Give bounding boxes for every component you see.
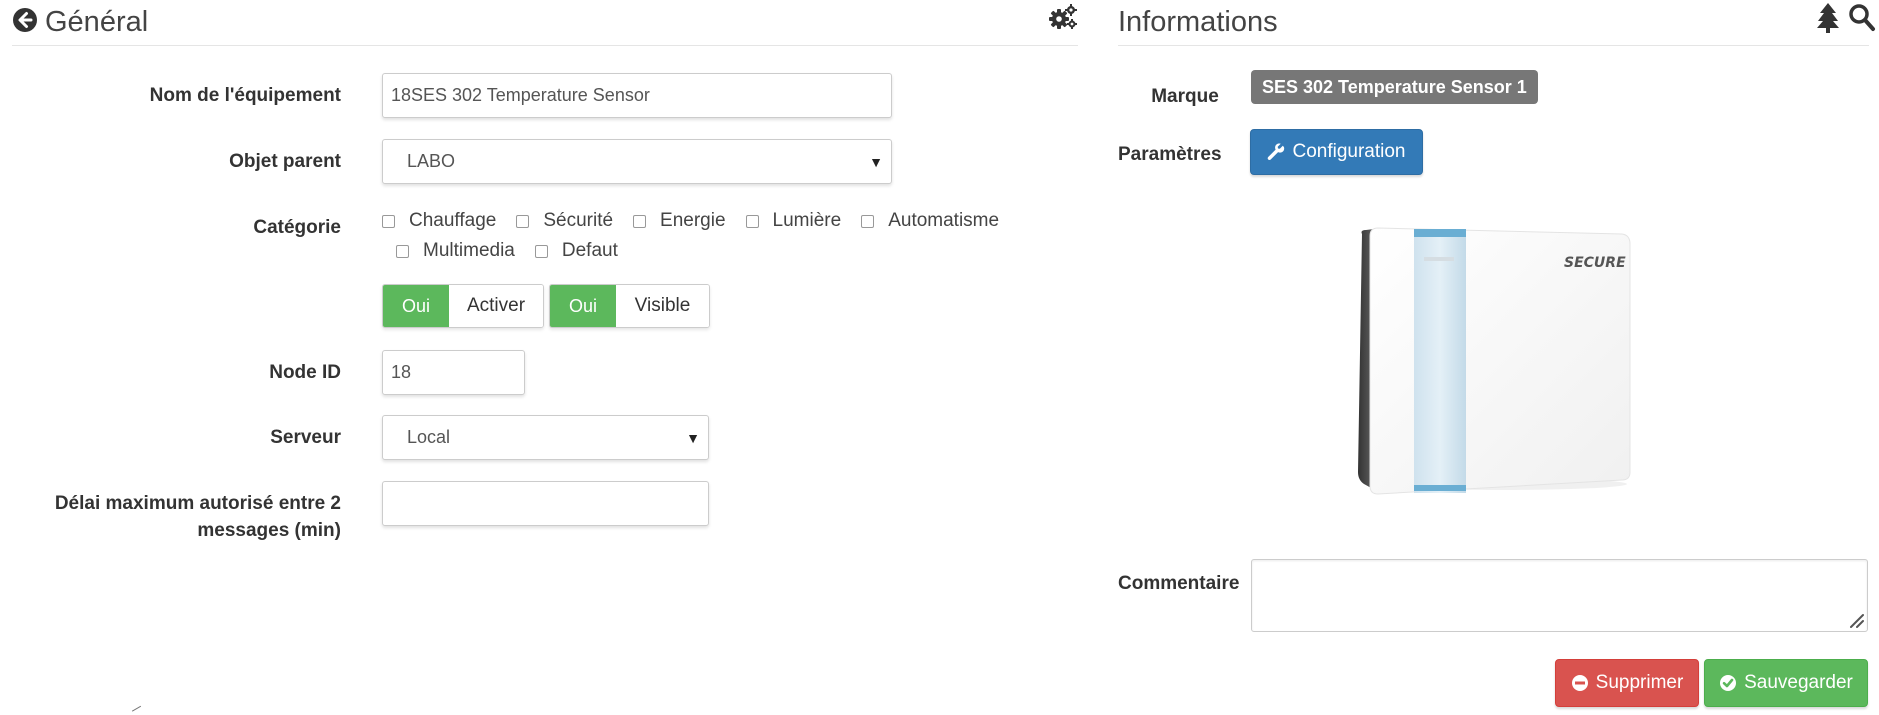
node-id-value: 18 (391, 362, 412, 382)
category-securite-label: Sécurité (543, 210, 614, 231)
category-lumiere[interactable]: Lumière (745, 210, 842, 232)
general-panel: Général Nom de l'équipement 18SES 302 Te (0, 0, 1090, 715)
name-input-value: 18SES 302 Temperature Sensor (391, 85, 650, 105)
delay-label-line2: messages (min) (197, 520, 341, 541)
comment-label: Commentaire (1118, 573, 1240, 594)
name-input[interactable]: 18SES 302 Temperature Sensor (382, 73, 892, 118)
visible-toggle-label[interactable]: Visible (616, 285, 709, 327)
checkbox[interactable] (745, 214, 759, 228)
configuration-button[interactable]: Configuration (1250, 129, 1423, 175)
device-image: SECURE (1358, 227, 1631, 495)
parent-label: Objet parent (229, 151, 341, 172)
parent-select-value: LABO (407, 151, 456, 171)
category-defaut-label: Defaut (561, 240, 618, 261)
checkbox[interactable] (382, 214, 395, 228)
category-checkboxes: Chauffage Sécurité Energie Lumière Autom… (382, 206, 1019, 266)
category-automatisme-label: Automatisme (888, 210, 1000, 231)
delete-button[interactable]: Supprimer (1555, 659, 1699, 707)
category-automatisme[interactable]: Automatisme (861, 210, 999, 232)
brand-badge: SES 302 Temperature Sensor 1 (1251, 70, 1538, 104)
save-button-label: Sauvegarder (1744, 672, 1853, 693)
parent-select[interactable]: LABO ▼ (382, 139, 892, 184)
cutoff-glyph (131, 705, 143, 714)
server-select[interactable]: Local ▼ (382, 415, 709, 460)
caret-down-icon: ▼ (686, 429, 700, 446)
checkbox[interactable] (633, 214, 647, 228)
visible-toggle[interactable]: Oui Visible (549, 284, 710, 328)
checkbox[interactable] (534, 244, 548, 258)
delete-button-label: Supprimer (1595, 672, 1684, 693)
checkbox[interactable] (396, 244, 409, 258)
category-chauffage[interactable]: Chauffage (382, 210, 496, 232)
server-select-value: Local (407, 427, 451, 447)
search-icon[interactable] (1848, 2, 1876, 32)
params-label: Paramètres (1118, 144, 1222, 165)
category-label: Catégorie (253, 217, 341, 238)
node-id-label: Node ID (269, 362, 341, 383)
general-title: Général (45, 6, 149, 38)
check-circle-icon (1720, 675, 1737, 691)
name-label: Nom de l'équipement (149, 85, 341, 106)
checkbox[interactable] (516, 214, 530, 228)
category-lumiere-label: Lumière (772, 210, 842, 231)
category-energie[interactable]: Energie (633, 210, 726, 232)
category-chauffage-label: Chauffage (409, 210, 497, 231)
server-label: Serveur (270, 427, 341, 448)
checkbox[interactable] (861, 214, 875, 228)
category-row-1: Chauffage Sécurité Energie Lumière Autom… (382, 206, 1019, 236)
cogs-icon[interactable] (1048, 2, 1078, 32)
resize-grip-icon[interactable] (1848, 612, 1864, 628)
save-button[interactable]: Sauvegarder (1704, 659, 1868, 707)
circle-arrow-left-icon[interactable] (12, 7, 38, 33)
category-multimedia-label: Multimedia (423, 240, 515, 261)
category-energie-label: Energie (660, 210, 726, 231)
enable-toggle-label[interactable]: Activer (449, 285, 543, 327)
caret-down-icon: ▼ (869, 153, 883, 170)
minus-circle-icon (1571, 675, 1588, 691)
enable-toggle[interactable]: Oui Activer (382, 284, 544, 328)
general-header: Général (12, 0, 1078, 46)
category-securite[interactable]: Sécurité (516, 210, 613, 232)
category-row-2: Multimedia Defaut (382, 236, 1019, 266)
category-defaut[interactable]: Defaut (534, 240, 618, 262)
delay-label: Délai maximum autorisé entre 2 messages … (0, 490, 341, 544)
configuration-button-label: Configuration (1292, 141, 1406, 162)
informations-title: Informations (1118, 6, 1278, 38)
enable-toggle-on[interactable]: Oui (383, 285, 449, 327)
device-logo-text: SECURE (1564, 255, 1626, 271)
comment-textarea[interactable] (1251, 559, 1868, 632)
delay-input[interactable] (382, 481, 709, 526)
delay-label-line1: Délai maximum autorisé entre 2 (54, 493, 341, 514)
informations-header: Informations (1118, 0, 1875, 46)
wrench-icon (1268, 143, 1285, 161)
visible-toggle-on[interactable]: Oui (550, 285, 616, 327)
tree-icon[interactable] (1815, 2, 1841, 34)
category-multimedia[interactable]: Multimedia (396, 240, 515, 262)
node-id-input[interactable]: 18 (382, 350, 525, 395)
brand-label: Marque (1151, 86, 1219, 107)
